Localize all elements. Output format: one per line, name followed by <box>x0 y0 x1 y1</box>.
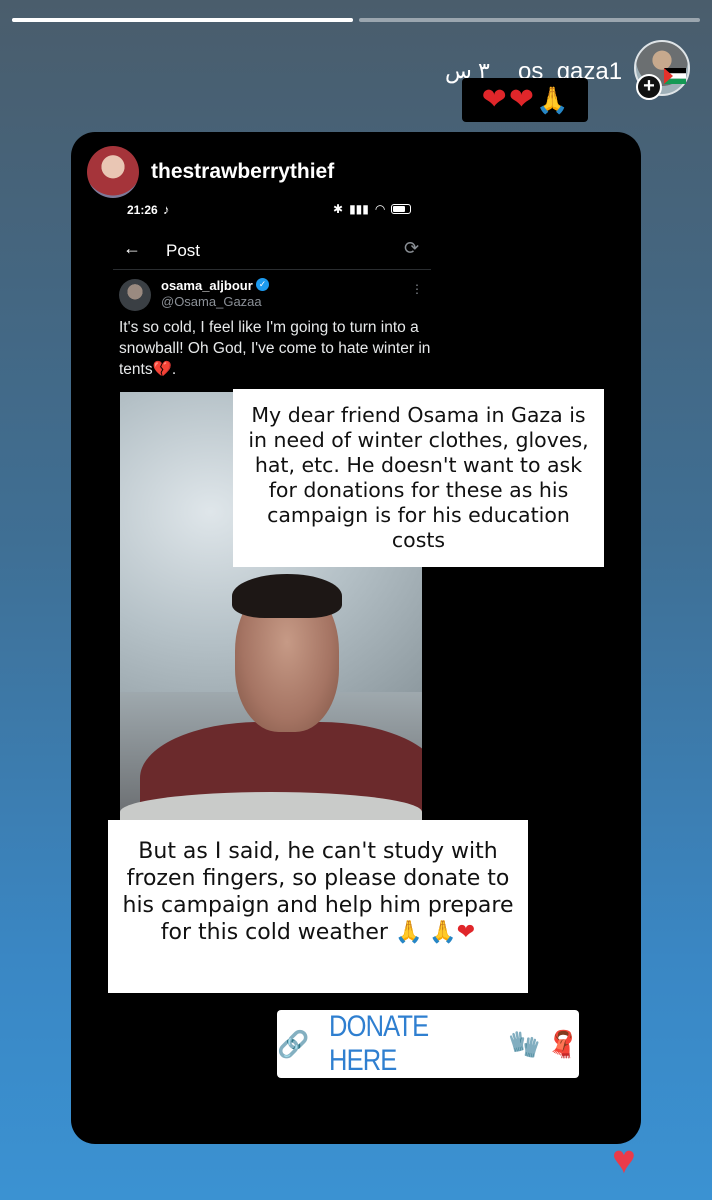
progress-segment-1 <box>12 18 353 22</box>
repost-card: thestrawberrythief 21:26 ♪ ✱ ▮▮▮ ◠ ← Pos… <box>71 132 641 1144</box>
battery-icon <box>391 204 412 214</box>
tweet-author-handle[interactable]: @Osama_Gazaa <box>161 294 262 309</box>
refresh-icon[interactable]: ⟳ <box>404 238 419 259</box>
palestine-flag-icon <box>664 68 686 84</box>
text-sticker-1: My dear friend Osama in Gaza is in need … <box>233 389 604 567</box>
text-sticker-2: But as I said, he can't study with froze… <box>108 820 528 993</box>
emoji-sticker: ❤ ❤ 🙏 <box>462 78 588 122</box>
card-avatar[interactable] <box>87 146 139 198</box>
divider <box>113 269 431 270</box>
phone-status-time: 21:26 <box>127 203 158 217</box>
wifi-icon: ◠ <box>374 202 386 216</box>
signal-icon: ▮▮▮ <box>349 202 369 216</box>
story-progress <box>12 18 700 22</box>
gloves-icon: 🧤 <box>508 1028 541 1059</box>
phone-status-icons: ✱ ▮▮▮ ◠ <box>333 202 412 216</box>
tweet-text: It's so cold, I feel like I'm going to t… <box>119 319 431 378</box>
verified-badge-icon: ✓ <box>256 278 269 291</box>
tiktok-icon: ♪ <box>163 202 170 217</box>
hair-shape <box>232 574 342 618</box>
link-icon: 🔗 <box>277 1028 310 1059</box>
tweet-author-name[interactable]: osama_aljbour <box>161 278 253 293</box>
heart-icon: ❤ <box>456 920 476 945</box>
folded-hands-icon: 🙏 <box>429 920 457 945</box>
heart-icon: ❤ <box>508 83 534 116</box>
donate-label: DONATE HERE <box>329 1010 429 1077</box>
donate-link-sticker[interactable]: 🔗 DONATE HERE 🧤 🧣 <box>277 1010 579 1078</box>
card-username[interactable]: thestrawberrythief <box>151 160 334 184</box>
scarf-icon: 🧣 <box>546 1028 579 1059</box>
folded-hands-icon: 🙏 <box>535 85 569 115</box>
progress-segment-2 <box>359 18 700 22</box>
back-arrow-icon[interactable]: ← <box>123 238 141 259</box>
more-options-icon[interactable]: ⋮ <box>411 282 423 296</box>
like-heart-icon[interactable]: ♥ <box>612 1140 636 1180</box>
tweet-avatar[interactable] <box>119 279 151 311</box>
folded-hands-icon: 🙏 <box>394 920 423 945</box>
post-header-title: Post <box>166 241 201 260</box>
follow-plus-icon[interactable]: + <box>636 74 662 100</box>
heart-icon: ❤ <box>481 83 507 116</box>
bluetooth-icon: ✱ <box>333 202 344 216</box>
